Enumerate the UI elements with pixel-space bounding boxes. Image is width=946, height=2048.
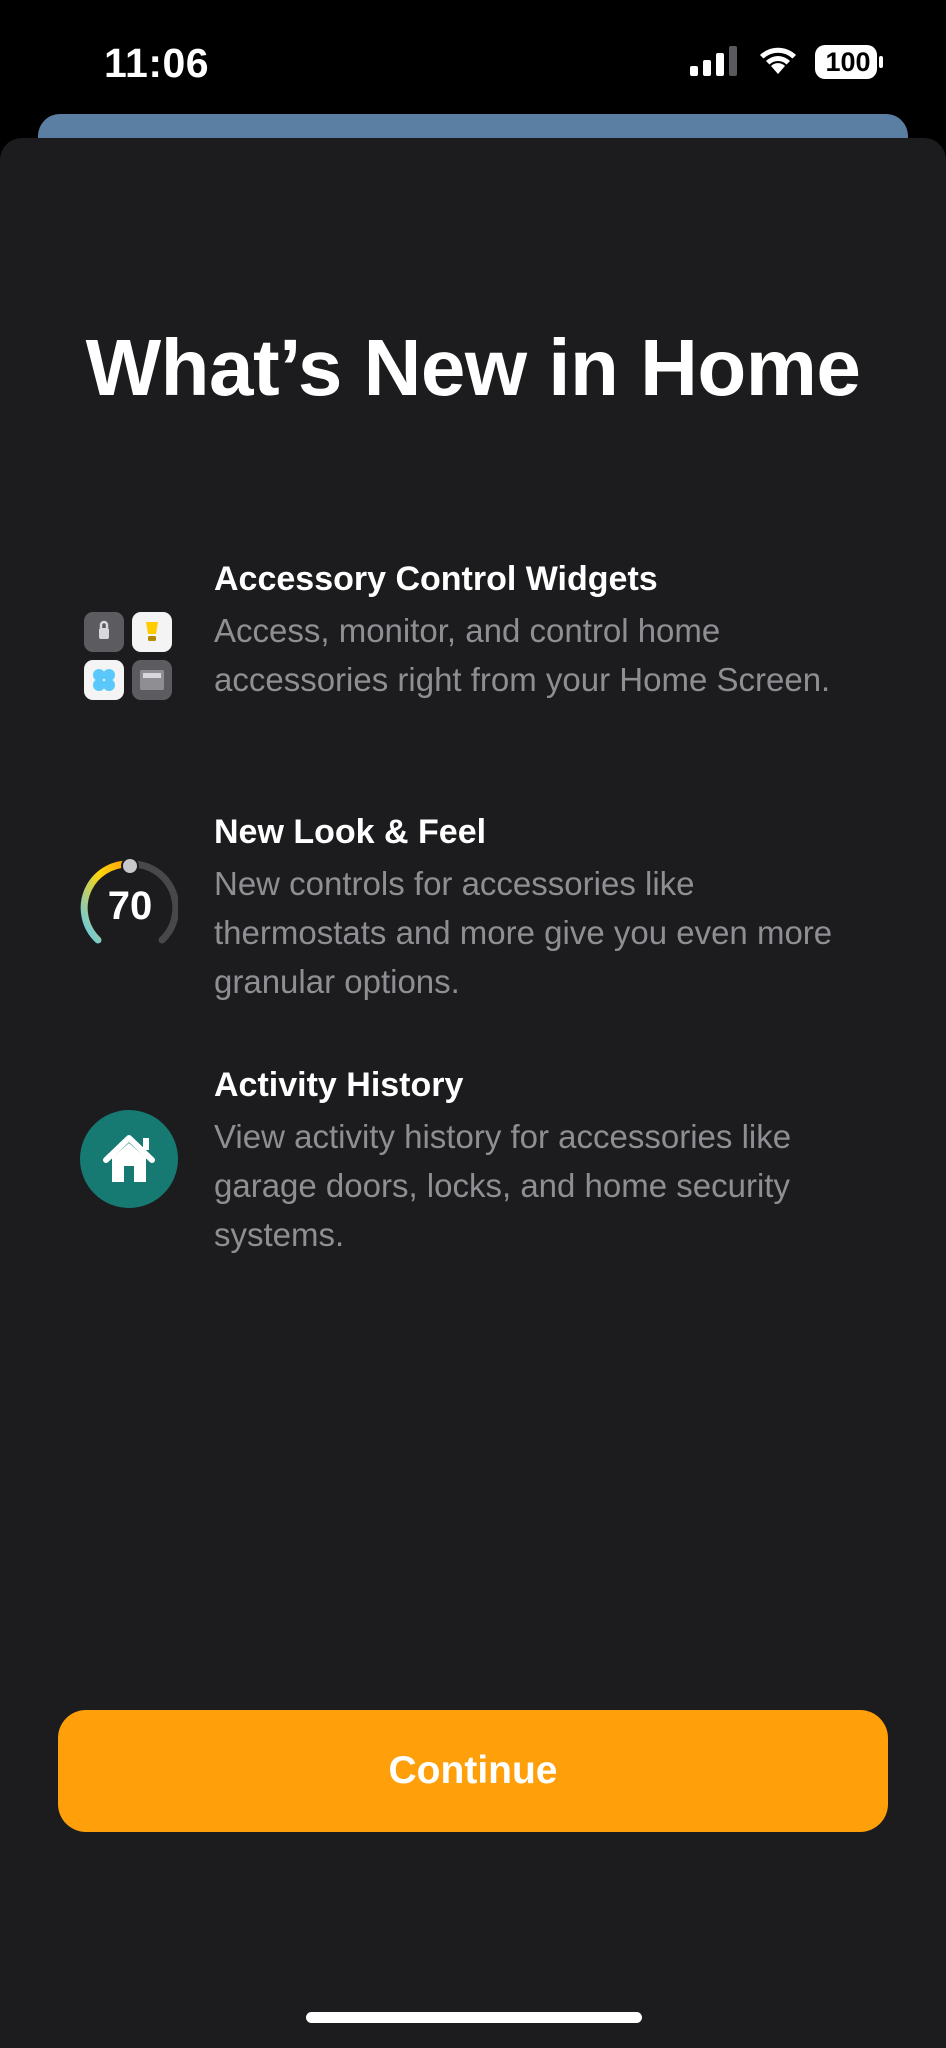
- widgets-icon: [84, 612, 172, 700]
- page-title: What’s New in Home: [85, 323, 861, 412]
- status-bar: 11:06 100: [0, 0, 946, 120]
- signal-icon: [690, 46, 737, 76]
- feature-title: Activity History: [214, 1066, 464, 1104]
- home-indicator[interactable]: [306, 2012, 642, 2023]
- feature-description: Access, monitor, and control home access…: [214, 612, 831, 698]
- wifi-icon: [760, 47, 796, 74]
- feature-title: Accessory Control Widgets: [214, 560, 658, 598]
- thermostat-icon: 70: [78, 858, 178, 958]
- feature-description: View activity history for accessories li…: [214, 1118, 792, 1253]
- home-icon: [80, 1110, 178, 1208]
- thermostat-value: 70: [107, 884, 153, 928]
- continue-button[interactable]: Continue: [58, 1710, 888, 1832]
- battery-level: 100: [825, 47, 871, 77]
- feature-title: New Look & Feel: [214, 813, 487, 851]
- status-time: 11:06: [104, 40, 210, 86]
- feature-description: New controls for accessories like thermo…: [214, 865, 833, 1000]
